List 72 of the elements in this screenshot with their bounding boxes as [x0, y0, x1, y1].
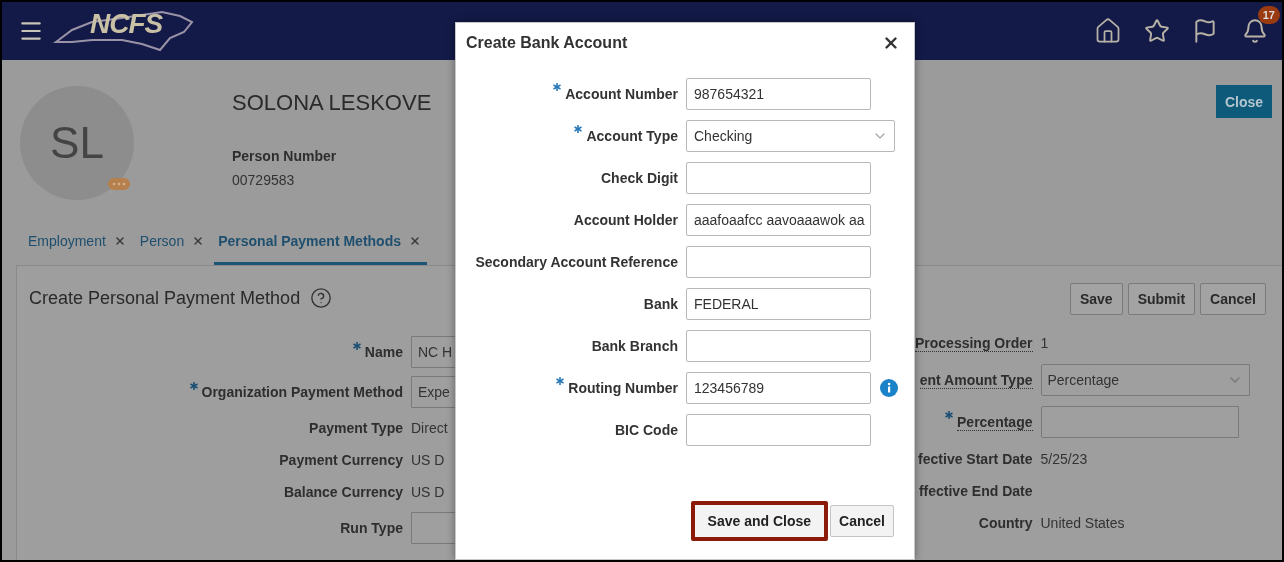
form-button[interactable]: Cancel	[1200, 283, 1266, 315]
input-field[interactable]: 123456789	[686, 372, 871, 404]
field-label: Payment Currency	[279, 452, 403, 468]
notification-badge: 17	[1257, 6, 1280, 24]
form-button[interactable]: Save	[1069, 283, 1123, 315]
field-label: Routing Number	[568, 380, 678, 396]
field-label: Balance Currency	[283, 484, 403, 500]
form-button[interactable]: Submit	[1127, 283, 1196, 315]
input-field[interactable]: 987654321	[686, 78, 871, 110]
close-tab-icon[interactable]	[409, 234, 421, 247]
field-value: 5/25/23	[1040, 451, 1088, 467]
field-label: ffective End Date	[918, 483, 1033, 499]
tab[interactable]: Person	[135, 225, 211, 265]
person-number-label: Person Number	[232, 148, 338, 164]
input-field[interactable]	[1040, 406, 1239, 438]
required-icon	[189, 382, 198, 390]
required-icon	[945, 411, 953, 419]
required-icon	[556, 377, 565, 385]
person-number: 00729583	[232, 172, 296, 188]
field-value: US D	[411, 484, 445, 500]
field-value: 1	[1040, 335, 1049, 351]
home-icon[interactable]	[1094, 17, 1122, 45]
field-value: United States	[1040, 515, 1125, 531]
info-icon[interactable]	[880, 379, 898, 397]
input-field[interactable]: aaafoaafcc aavoaaawok aa	[686, 204, 871, 236]
bell-icon[interactable]	[1242, 18, 1268, 44]
field-label: Name	[364, 344, 403, 360]
field-label: Account Holder	[573, 212, 678, 228]
tab[interactable]: Employment	[24, 225, 132, 265]
field-label: Payment Type	[309, 420, 403, 436]
field-label: ent Amount Type	[919, 371, 1033, 389]
field-label: Check Digit	[601, 170, 678, 186]
required-icon	[352, 342, 361, 350]
field-label: Percentage	[957, 413, 1033, 431]
input-field[interactable]	[686, 246, 871, 278]
avatar-initials: SL	[50, 118, 104, 168]
field-label: Bank Branch	[591, 338, 678, 354]
dialog-title: Create Bank Account	[466, 34, 628, 52]
field-value: Direct	[411, 420, 448, 436]
input-field[interactable]: FEDERAL	[686, 288, 871, 320]
input-field[interactable]	[411, 512, 455, 544]
select-field[interactable]: Percentage	[1040, 364, 1250, 396]
logo-text: NCFS	[90, 8, 163, 40]
field-label: Bank	[643, 296, 678, 312]
input-field[interactable]	[686, 162, 871, 194]
dialog-button[interactable]: Save and Close	[690, 501, 829, 541]
dialog-button[interactable]: Cancel	[830, 505, 894, 537]
field-label: Country	[978, 515, 1033, 531]
field-label: Run Type	[340, 520, 403, 536]
close-tab-icon[interactable]	[192, 234, 205, 247]
input-field[interactable]: NC H	[411, 336, 455, 368]
input-field[interactable]	[686, 330, 871, 362]
field-label: Secondary Account Reference	[475, 254, 678, 270]
input-field[interactable]	[686, 414, 871, 446]
select-field[interactable]: Checking	[686, 120, 895, 152]
field-label: Organization Payment Method	[201, 384, 403, 400]
field-label: fective Start Date	[918, 451, 1033, 467]
field-value: US D	[411, 452, 445, 468]
required-icon	[553, 83, 562, 91]
field-label: BIC Code	[615, 422, 678, 438]
close-button[interactable]: Close	[1215, 85, 1272, 118]
required-icon	[574, 125, 583, 133]
close-tab-icon[interactable]	[113, 234, 126, 247]
field-label: Account Number	[565, 86, 678, 102]
flag-icon[interactable]	[1192, 18, 1218, 44]
person-name: SOLONA LESKOVE	[232, 90, 432, 116]
star-icon[interactable]	[1144, 18, 1170, 44]
form-title: Create Personal Payment Method	[29, 287, 301, 309]
field-label: Account Type	[586, 128, 678, 144]
help-icon[interactable]	[310, 287, 333, 309]
close-icon[interactable]	[882, 34, 900, 52]
input-field[interactable]: Expe	[411, 376, 455, 408]
